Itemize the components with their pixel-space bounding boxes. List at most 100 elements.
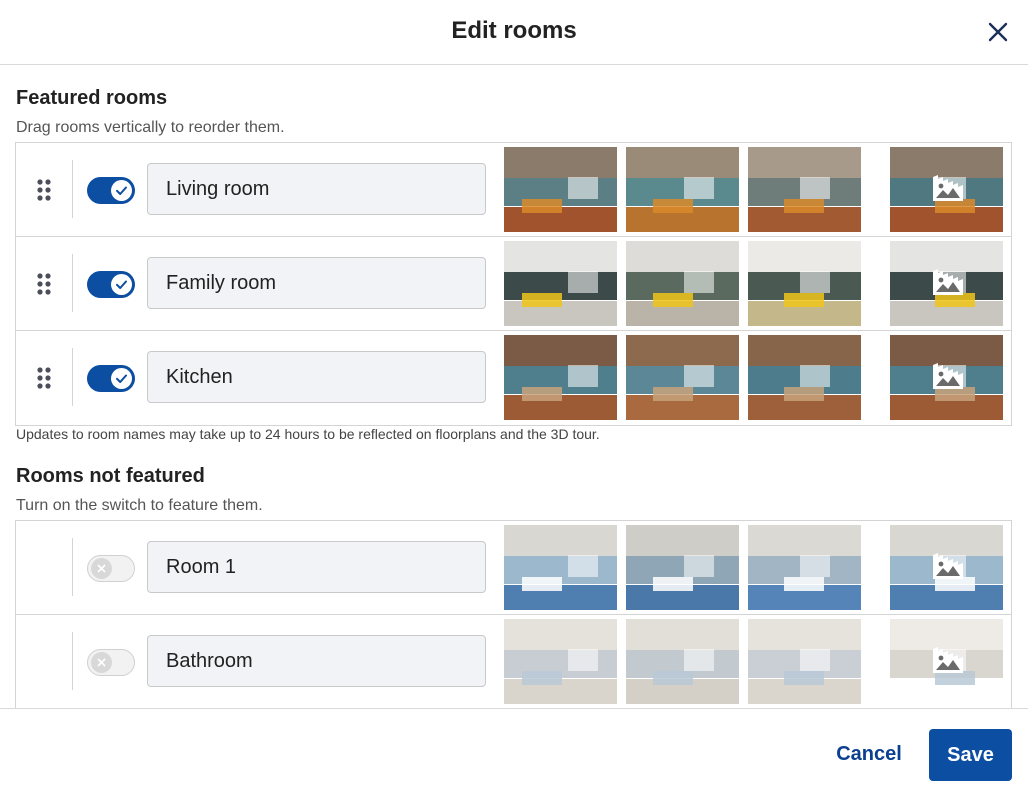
photo-window	[684, 177, 714, 199]
room-photo-thumbnail[interactable]	[504, 147, 617, 232]
photo-ceiling	[626, 241, 739, 272]
dialog-footer: Cancel Save	[0, 708, 1028, 795]
photo-ceiling	[504, 335, 617, 366]
photo-ceiling	[504, 241, 617, 272]
row-divider	[72, 254, 73, 312]
room-photo-thumbnail[interactable]	[748, 241, 861, 326]
feature-toggle[interactable]	[87, 555, 135, 582]
room-name-input[interactable]	[147, 541, 486, 593]
cover-photo-icon	[930, 550, 966, 584]
room-photo-thumbnail[interactable]	[748, 619, 861, 704]
photo-window	[684, 555, 714, 577]
not-featured-rooms-subtitle: Turn on the switch to feature them.	[16, 497, 263, 514]
room-photo-thumbnail[interactable]	[748, 147, 861, 232]
close-icon	[988, 22, 1008, 42]
drag-handle[interactable]	[36, 272, 52, 296]
cover-photo-icon	[930, 644, 966, 678]
not-featured-rooms-heading: Rooms not featured	[16, 465, 205, 487]
room-row	[16, 143, 1011, 237]
photo-furniture	[522, 387, 562, 401]
photo-furniture	[522, 293, 562, 307]
save-button[interactable]: Save	[929, 729, 1012, 781]
photo-window	[684, 365, 714, 387]
cover-photo-icon	[930, 266, 966, 300]
room-photo-thumbnail[interactable]	[626, 147, 739, 232]
dialog-header: Edit rooms	[0, 0, 1028, 65]
room-photo-thumbnail[interactable]	[748, 525, 861, 610]
room-name-input[interactable]	[147, 351, 486, 403]
room-name-input[interactable]	[147, 635, 486, 687]
room-photo-thumbnail[interactable]	[626, 335, 739, 420]
drag-handle[interactable]	[36, 178, 52, 202]
close-button[interactable]	[984, 18, 1012, 46]
room-photo-thumbnail[interactable]	[626, 525, 739, 610]
photo-ceiling	[748, 335, 861, 366]
feature-toggle[interactable]	[87, 649, 135, 676]
featured-rooms-list	[15, 142, 1012, 426]
photo-furniture	[784, 199, 824, 213]
cover-photo-thumbnail[interactable]	[890, 525, 1003, 610]
row-divider	[72, 160, 73, 218]
photo-ceiling	[748, 241, 861, 272]
toggle-knob	[111, 180, 132, 201]
cover-photo-thumbnail[interactable]	[890, 241, 1003, 326]
drag-handle-icon	[37, 273, 51, 295]
photo-furniture	[784, 671, 824, 685]
cover-photo-thumbnail[interactable]	[890, 147, 1003, 232]
drag-handle-icon	[37, 179, 51, 201]
photo-window	[568, 649, 598, 671]
photo-furniture	[653, 387, 693, 401]
photo-window	[684, 649, 714, 671]
photo-window	[568, 177, 598, 199]
cover-photo-icon	[930, 360, 966, 394]
photo-ceiling	[626, 619, 739, 650]
room-photo-thumbnail[interactable]	[504, 619, 617, 704]
toggle-knob	[91, 558, 112, 579]
room-name-input[interactable]	[147, 257, 486, 309]
cover-photo-thumbnail[interactable]	[890, 335, 1003, 420]
photo-furniture	[522, 671, 562, 685]
photo-window	[800, 271, 830, 293]
photo-ceiling	[748, 147, 861, 178]
photo-furniture	[522, 577, 562, 591]
photo-furniture	[653, 293, 693, 307]
room-name-update-note: Updates to room names may take up to 24 …	[16, 426, 600, 442]
feature-toggle[interactable]	[87, 271, 135, 298]
room-photo-thumbnail[interactable]	[504, 525, 617, 610]
photo-window	[684, 271, 714, 293]
photo-window	[568, 365, 598, 387]
x-icon	[97, 658, 106, 667]
feature-toggle[interactable]	[87, 177, 135, 204]
row-divider	[72, 538, 73, 596]
photo-furniture	[784, 577, 824, 591]
photo-ceiling	[626, 335, 739, 366]
photo-window	[800, 555, 830, 577]
photo-furniture	[784, 387, 824, 401]
room-photo-thumbnail[interactable]	[626, 241, 739, 326]
drag-handle-icon	[37, 367, 51, 389]
photo-furniture	[653, 671, 693, 685]
toggle-knob	[111, 368, 132, 389]
room-photo-thumbnail[interactable]	[626, 619, 739, 704]
cancel-button[interactable]: Cancel	[822, 729, 916, 779]
photo-window	[568, 555, 598, 577]
room-name-input[interactable]	[147, 163, 486, 215]
photo-window	[800, 177, 830, 199]
featured-rooms-heading: Featured rooms	[16, 87, 168, 109]
photo-ceiling	[504, 619, 617, 650]
room-photo-thumbnail[interactable]	[504, 241, 617, 326]
photo-furniture	[522, 199, 562, 213]
featured-rooms-subtitle: Drag rooms vertically to reorder them.	[16, 119, 285, 136]
photo-window	[800, 649, 830, 671]
room-row	[16, 331, 1011, 425]
cover-photo-icon	[930, 172, 966, 206]
cover-photo-thumbnail[interactable]	[890, 619, 1003, 704]
drag-handle[interactable]	[36, 366, 52, 390]
room-photo-thumbnail[interactable]	[748, 335, 861, 420]
room-row	[16, 615, 1011, 708]
room-photo-thumbnail[interactable]	[504, 335, 617, 420]
toggle-knob	[91, 652, 112, 673]
x-icon	[97, 564, 106, 573]
row-divider	[72, 348, 73, 406]
feature-toggle[interactable]	[87, 365, 135, 392]
